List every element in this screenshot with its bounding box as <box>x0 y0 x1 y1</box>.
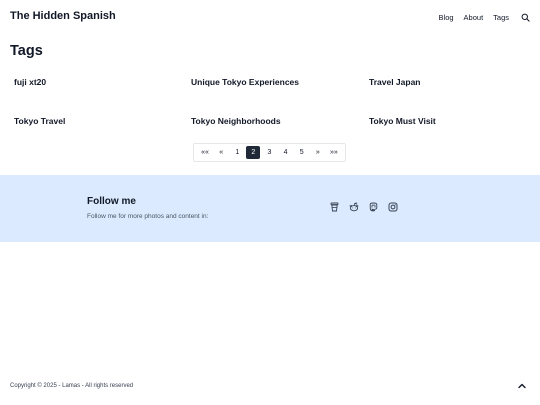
instagram-icon[interactable] <box>388 202 398 212</box>
reddit-icon[interactable] <box>349 202 359 212</box>
tag-link[interactable]: Tokyo Travel <box>14 116 65 126</box>
prev-page-button[interactable]: « <box>214 146 228 159</box>
follow-section: Follow me Follow me for more photos and … <box>0 175 540 242</box>
follow-title: Follow me <box>87 196 136 207</box>
site-title-link[interactable]: The Hidden Spanish <box>10 10 116 22</box>
follow-description: Follow me for more photos and content in… <box>87 213 209 220</box>
pagination: «« « 1 2 3 4 5 » »» <box>193 143 346 162</box>
next-page-button[interactable]: » <box>311 146 325 159</box>
site-footer: Copyright © 2025 - Lamas - All rights re… <box>0 380 540 394</box>
tag-link[interactable]: Tokyo Must Visit <box>369 116 436 126</box>
page-3-button[interactable]: 3 <box>262 146 276 159</box>
page-2-button[interactable]: 2 <box>246 146 261 159</box>
page-4-button[interactable]: 4 <box>279 146 293 159</box>
tag-link[interactable]: Tokyo Neighborhoods <box>191 116 281 126</box>
copyright-text: Copyright © 2025 - Lamas - All rights re… <box>10 383 134 389</box>
nav-tags-link[interactable]: Tags <box>493 13 509 22</box>
page-5-button[interactable]: 5 <box>295 146 309 159</box>
tag-link[interactable]: fuji xt20 <box>14 77 46 87</box>
last-page-button[interactable]: »» <box>327 146 341 159</box>
nav-about-link[interactable]: About <box>464 13 484 22</box>
main-nav: Blog About Tags <box>429 12 530 22</box>
page-1-button[interactable]: 1 <box>230 146 244 159</box>
search-icon[interactable] <box>520 12 530 22</box>
tag-link[interactable]: Travel Japan <box>369 77 421 87</box>
page-title: Tags <box>10 43 43 59</box>
mastodon-icon[interactable] <box>368 202 378 212</box>
site-header: The Hidden Spanish Blog About Tags <box>0 0 540 34</box>
caret-up-icon[interactable] <box>517 381 527 391</box>
tag-link[interactable]: Unique Tokyo Experiences <box>191 77 299 87</box>
nav-blog-link[interactable]: Blog <box>439 13 454 22</box>
coffee-cup-icon[interactable] <box>329 202 339 212</box>
social-links <box>329 202 407 212</box>
first-page-button[interactable]: «« <box>198 146 212 159</box>
